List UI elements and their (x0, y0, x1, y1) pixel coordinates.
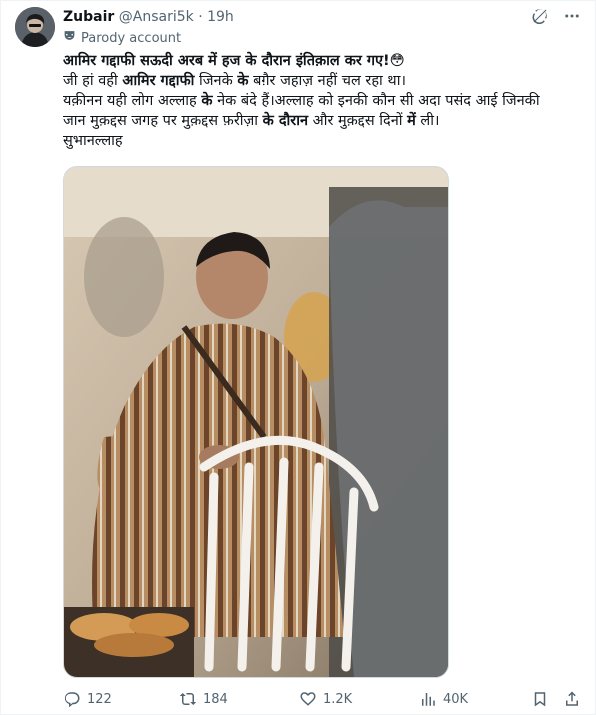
text-span: यक़ीनन यही लोग अल्लाह (63, 93, 202, 109)
repost-count: 184 (203, 691, 228, 707)
parody-mask-icon (63, 29, 76, 48)
text-line-4: जान मुक़द्दस जगह पर मुक़द्दस फ़रीज़ा के … (63, 111, 581, 131)
text-line-3: यक़ीनन यही लोग अल्लाह के नेक बंदे हैं।अल… (63, 91, 581, 111)
parody-label: Parody account (63, 29, 181, 48)
text-span: जी हां वही (63, 73, 123, 89)
tweet-text: आमिर गद्दाफी सऊदी अरब में हज के दौरान इं… (63, 51, 581, 151)
text-bold: के (237, 73, 249, 89)
bookmark-button[interactable] (531, 690, 549, 708)
tweet-header: Zubair @Ansari5k · 19h (63, 7, 581, 27)
text-span: जिनके (194, 73, 238, 89)
tweet-photo[interactable] (63, 166, 449, 678)
reply-count: 122 (87, 691, 112, 707)
action-bar: 122 184 1.2K 40K (63, 688, 581, 710)
text-line-1: आमिर गद्दाफी सऊदी अरब में हज के दौरान इं… (63, 51, 581, 71)
separator-dot: · (198, 9, 203, 25)
grok-icon[interactable] (531, 7, 549, 25)
views-count: 40K (443, 691, 469, 707)
text-bold: के दौरान (262, 113, 309, 129)
reply-icon (63, 690, 81, 708)
repost-button[interactable]: 184 (179, 690, 228, 708)
parody-text: Parody account (81, 30, 182, 46)
text-span: बग़ैर जहाज़ नहीं चल रहा था। (248, 73, 406, 89)
text-span: और मुक़द्दस दिनों (308, 113, 408, 129)
post-time[interactable]: 19h (207, 9, 234, 25)
text-bold-1: आमिर गद्दाफी सऊदी अरब में हज के दौरान इं… (63, 53, 390, 69)
text-line-2: जी हां वही आमिर गद्दाफी जिनके के बग़ैर ज… (63, 71, 581, 91)
text-bold: के (201, 93, 213, 109)
text-span: नेक बंदे हैं।अल्लाह को इनकी कौन सी अदा प… (212, 93, 540, 109)
reply-button[interactable]: 122 (63, 690, 112, 708)
like-icon (299, 690, 317, 708)
repost-icon (179, 690, 197, 708)
author-handle[interactable]: @Ansari5k (119, 9, 194, 25)
like-count: 1.2K (323, 691, 353, 707)
author-name[interactable]: Zubair (63, 9, 114, 25)
tweet-card[interactable]: Zubair @Ansari5k · 19h Parody account आम… (0, 0, 596, 715)
like-button[interactable]: 1.2K (299, 690, 352, 708)
text-line-5: सुभानल्लाह (63, 133, 123, 149)
emoji-flushed: 😳 (389, 53, 405, 69)
views-button[interactable]: 40K (419, 690, 468, 708)
views-icon (419, 690, 437, 708)
more-icon[interactable] (563, 7, 581, 25)
share-button[interactable] (563, 690, 581, 708)
share-icon (563, 690, 581, 708)
text-bold: में (407, 113, 416, 129)
avatar[interactable] (15, 7, 55, 47)
text-bold: आमिर गद्दाफी (122, 73, 195, 89)
bookmark-icon (531, 690, 549, 708)
text-span: जान मुक़द्दस जगह पर मुक़द्दस फ़रीज़ा (63, 113, 263, 129)
text-span: ली। (415, 113, 440, 129)
